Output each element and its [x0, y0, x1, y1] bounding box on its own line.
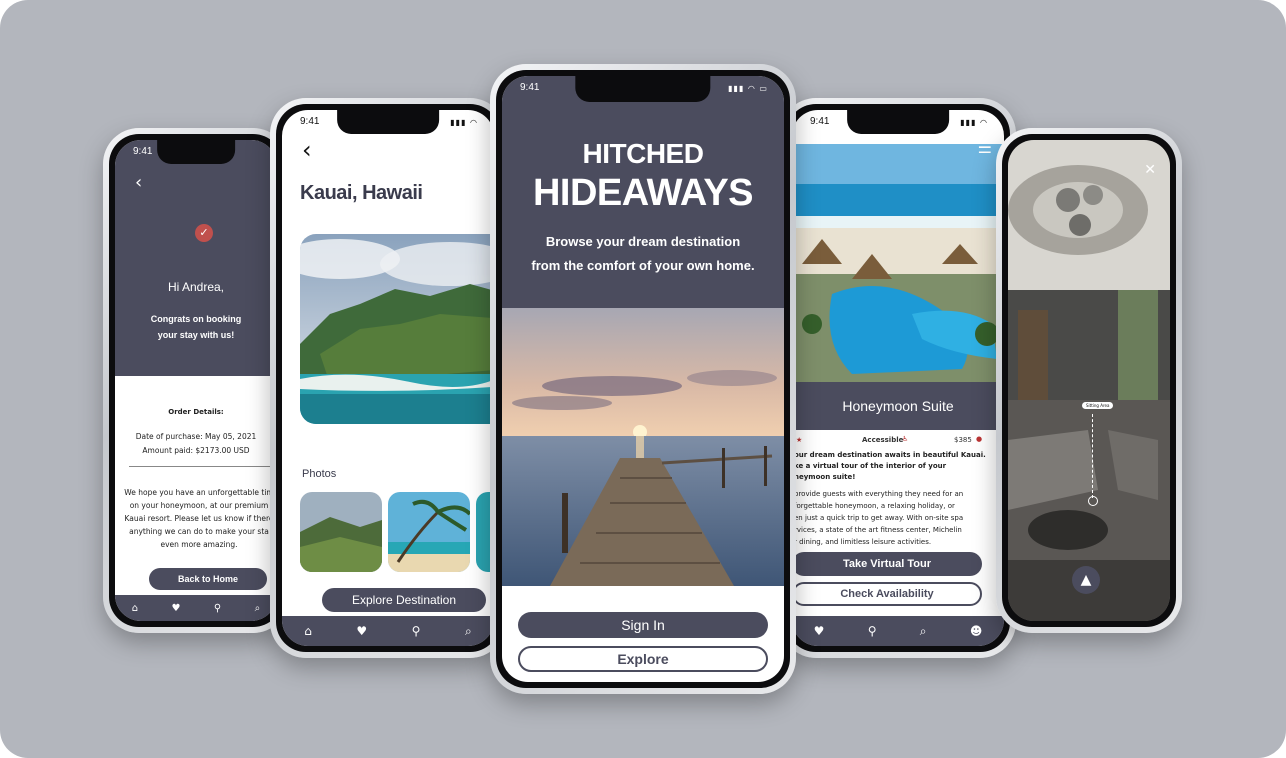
tab-bar: ♥ ⚲ ⌕ ☻	[792, 616, 1004, 646]
suite-title: Honeymoon Suite	[792, 382, 1004, 430]
phone-welcome: 9:41 ▮▮▮ ◠ ▭ HITCHED HIDEAWAYS Browse yo…	[490, 64, 796, 694]
app-title-line-1: HITCHED	[582, 138, 704, 169]
sunset-pier-photo	[502, 308, 784, 586]
sign-in-button[interactable]: Sign In	[518, 612, 768, 638]
search-icon[interactable]: ⌕	[465, 624, 472, 639]
description-line: rvices, a state of the art fitness cente…	[794, 526, 962, 534]
note-line: even more amazing.	[160, 540, 238, 549]
sitting-area-hotspot[interactable]: Sitting Area	[1082, 402, 1114, 409]
amount-paid: Amount paid: $2173.00 USD	[142, 446, 250, 455]
tab-bar: ⌂ ♥ ⚲ ⌕	[282, 616, 494, 646]
congrats-line-2: your stay with us!	[157, 330, 235, 340]
booking-note: We hope you have an unforgettable tim on…	[121, 486, 277, 551]
location-pin-icon[interactable]: ⚲	[412, 624, 421, 638]
star-icon: ★	[796, 436, 803, 444]
lead-line: neymoon suite!	[794, 473, 856, 481]
suite-description: provide guests with everything they need…	[794, 488, 963, 548]
note-line: Kauai resort. Please let us know if ther…	[124, 514, 274, 523]
take-virtual-tour-button[interactable]: Take Virtual Tour	[792, 552, 982, 576]
tab-bar: ⌂ ♥ ⚲ ⌕	[115, 595, 277, 621]
home-icon[interactable]: ⌂	[132, 603, 138, 614]
phone-destination: 9:41 ▮▮▮ ◠ ‹ Kauai, Hawaii Photos Explor…	[270, 98, 506, 658]
check-icon: ✓	[195, 224, 213, 242]
heart-icon[interactable]: ♥	[814, 624, 825, 638]
greeting: Hi Andrea,	[167, 280, 225, 294]
mockup-stage: 9:41 ‹ ✓ Hi Andrea, Congrats on booking …	[0, 0, 1286, 758]
welcome-screen: 9:41 ▮▮▮ ◠ ▭ HITCHED HIDEAWAYS Browse yo…	[502, 76, 784, 682]
description-line: provide guests with everything they need…	[794, 490, 964, 498]
phone-virtual-tour: ✕ Sitting Area ▲	[996, 128, 1182, 633]
status-time: 9:41	[810, 116, 830, 127]
explore-destination-button[interactable]: Explore Destination	[322, 588, 486, 612]
lead-line: our dream destination awaits in beautifu…	[794, 451, 986, 459]
order-title: Order Details:	[168, 408, 224, 416]
accessible-label: Accessible	[862, 436, 904, 444]
note-line: anything we can do to make your sta	[129, 527, 269, 536]
destination-title: Kauai, Hawaii	[300, 182, 423, 204]
status-time: 9:41	[520, 82, 540, 93]
phone-suite: 9:41 ▮▮▮ ◠ ☰ Honeymoon Suite ★ Accessibl…	[780, 98, 1016, 658]
thumbnail-beach-photo[interactable]	[388, 492, 470, 572]
status-time: 9:41	[133, 146, 153, 157]
explore-button[interactable]: Explore	[518, 646, 768, 672]
description-line: forgettable honeymoon, a relaxing holida…	[794, 502, 955, 510]
kauai-coast-photo	[300, 234, 494, 424]
app-title-line-2: HIDEAWAYS	[532, 172, 754, 214]
signal-icon: ▮▮▮ ◠ ▭	[728, 84, 768, 93]
status-time: 9:41	[300, 116, 320, 127]
lead-line: ke a virtual tour of the interior of you…	[794, 462, 947, 470]
signal-icon: ▮▮▮ ◠	[450, 118, 478, 127]
description-line: en just a quick trip to get away. With o…	[794, 514, 964, 522]
tagline-line-1: Browse your dream destination	[545, 234, 741, 249]
destination-screen: 9:41 ▮▮▮ ◠ ‹ Kauai, Hawaii Photos Explor…	[282, 110, 494, 646]
tagline-line-2: from the comfort of your own home.	[531, 258, 755, 273]
heart-icon[interactable]: ♥	[356, 624, 367, 638]
hotspot-marker[interactable]	[1088, 496, 1098, 506]
photos-label: Photos	[302, 468, 337, 480]
signal-icon: ▮▮▮ ◠	[960, 118, 988, 127]
check-availability-button[interactable]: Check Availability	[792, 582, 982, 606]
back-to-home-button[interactable]: Back to Home	[149, 568, 267, 590]
close-icon[interactable]: ✕	[1144, 162, 1156, 178]
profile-icon[interactable]: ☻	[970, 624, 983, 638]
location-pin-icon[interactable]: ⚲	[214, 603, 221, 614]
dollar-icon: ●	[976, 435, 983, 443]
thumbnail-ridge-photo[interactable]	[300, 492, 382, 572]
congrats-line-1: Congrats on booking	[150, 314, 242, 324]
note-line: on your honeymoon, at our premium	[129, 501, 269, 510]
phone-confirmation: 9:41 ‹ ✓ Hi Andrea, Congrats on booking …	[103, 128, 289, 633]
resort-pool-photo	[792, 144, 1004, 384]
divider	[129, 466, 273, 467]
suite-screen: 9:41 ▮▮▮ ◠ ☰ Honeymoon Suite ★ Accessibl…	[792, 110, 1004, 646]
heart-icon[interactable]: ♥	[171, 603, 180, 614]
virtual-tour-screen: ✕ Sitting Area ▲	[1008, 140, 1170, 621]
location-pin-icon[interactable]: ⚲	[868, 624, 877, 638]
price: $385	[954, 436, 972, 444]
search-icon[interactable]: ⌕	[255, 603, 261, 614]
description-line: r dining, and limitless leisure activiti…	[794, 538, 932, 546]
room-panorama	[1008, 140, 1170, 621]
search-icon[interactable]: ⌕	[920, 624, 927, 639]
hotspot-line	[1092, 414, 1094, 498]
note-line: We hope you have an unforgettable tim	[124, 488, 274, 497]
back-chevron-icon[interactable]: ‹	[135, 172, 142, 193]
suite-lead: our dream destination awaits in beautifu…	[794, 450, 986, 483]
menu-icon[interactable]: ☰	[978, 138, 992, 157]
compass-icon[interactable]: ▲	[1072, 566, 1100, 594]
purchase-date: Date of purchase: May 05, 2021	[135, 432, 257, 441]
home-icon[interactable]: ⌂	[304, 624, 312, 638]
back-chevron-icon[interactable]: ‹	[302, 136, 312, 164]
confirmation-screen: 9:41 ‹ ✓ Hi Andrea, Congrats on booking …	[115, 140, 277, 621]
accessibility-icon: ♿	[902, 435, 909, 443]
